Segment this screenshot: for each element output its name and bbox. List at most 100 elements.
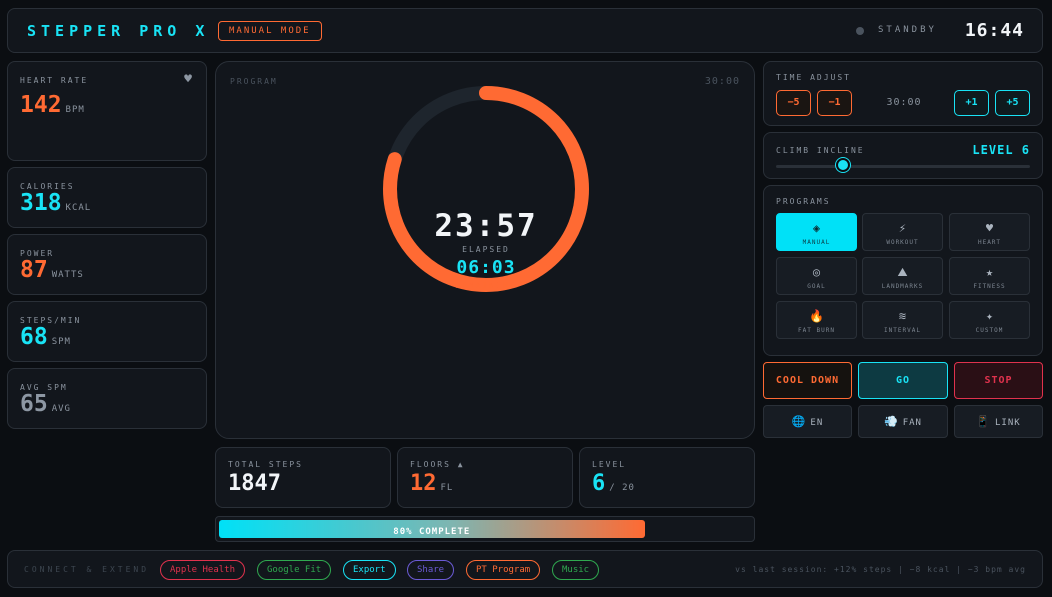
workout-progress-bar: 80% COMPLETE [215,516,755,542]
total-steps-value: 1847 [228,471,281,496]
level-value: 6/ 20 [592,471,635,496]
program-goal[interactable]: ◎ GOAL [776,257,857,295]
floors-value: 12 FL [410,471,453,496]
minus-5-button[interactable]: −5 [776,90,811,116]
program-label: PROGRAM [230,77,278,86]
target-icon: ◎ [812,265,821,279]
plus-5-button[interactable]: +5 [995,90,1030,116]
workout-progress-text: 80% COMPLETE [393,527,471,537]
power-value: 87 WATTS [20,257,84,283]
share-chip[interactable]: Share [407,560,455,580]
programs-panel: PROGRAMS ◈ MANUAL ⚡ WORKOUT ♥ HEART ◎ GOAL ⛰ LAND… [763,185,1043,356]
diamond-icon: ◈ [812,221,821,235]
program-label: GOAL [807,283,826,290]
connect-extend-label: CONNECT & EXTEND [24,565,150,574]
export-chip[interactable]: Export [343,560,396,580]
fan-icon: 💨 [884,415,899,428]
remaining-time: 06:03 [456,257,516,278]
clock: 16:44 [964,20,1024,41]
cool-down-button[interactable]: COOL DOWN [763,362,852,399]
language-label: EN [810,418,824,428]
minus-1-button[interactable]: −1 [817,90,852,116]
program-label: CUSTOM [975,327,1004,334]
flame-icon: 🔥 [809,309,824,323]
steps-per-minute-value: 68 SPM [20,324,71,350]
mountain-icon: ⛰ [897,265,908,279]
program-interval[interactable]: ≋ INTERVAL [862,301,943,339]
program-landmarks[interactable]: ⛰ LANDMARKS [862,257,943,295]
incline-slider-thumb[interactable] [835,158,850,172]
stop-button[interactable]: STOP [954,362,1043,399]
program-label: MANUAL [802,239,831,246]
mode-badge[interactable]: MANUAL MODE [218,21,322,41]
program-label: HEART [977,239,1002,246]
calories-number: 318 [20,190,62,216]
program-label: FAT BURN [798,327,835,334]
level-number: 6 [592,471,606,496]
apple-health-chip[interactable]: Apple Health [160,560,246,580]
link-button[interactable]: 📱 LINK [954,405,1043,438]
calories-card: CALORIES 318 KCAL [7,167,207,228]
power-unit: WATTS [51,270,84,280]
globe-icon: 🌐 [791,415,807,428]
steps-per-minute-unit: SPM [51,337,71,347]
go-button[interactable]: GO [858,362,948,399]
incline-slider-track[interactable] [776,165,1030,168]
steps-per-minute-card: STEPS/MIN 68 SPM [7,301,207,362]
total-steps-card: TOTAL STEPS 1847 [215,447,391,508]
top-bar: STEPPER PRO X MANUAL MODE STANDBY 16:44 [7,8,1043,53]
phone-icon: 📱 [976,415,991,428]
program-fitness[interactable]: ★ FITNESS [949,257,1030,295]
plus-1-button[interactable]: +1 [954,90,989,116]
fan-button[interactable]: 💨 FAN [858,405,948,438]
program-display: PROGRAM 30:00 23:57 ELAPSED 06:03 REMAIN… [215,61,755,439]
program-workout[interactable]: ⚡ WORKOUT [862,213,943,251]
session-comparison: vs last session: +12% steps | −8 kcal | … [735,565,1026,574]
climb-incline-label: CLIMB INCLINE [776,146,865,155]
elapsed-label: ELAPSED [462,245,510,254]
heart-rate-card: HEART RATE ♥ 142 BPM [7,61,207,161]
climb-incline-panel: CLIMB INCLINE LEVEL 6 [763,132,1043,179]
avg-spm-number: 65 [20,391,48,417]
program-duration: 30:00 [704,76,740,87]
heart-rate-unit: BPM [65,105,85,115]
floors-label: FLOORS ▲ [410,460,465,469]
program-custom[interactable]: ✦ CUSTOM [949,301,1030,339]
remaining-label: REMAINING [455,281,517,290]
workout-progress-fill: 80% COMPLETE [219,520,645,538]
lightning-icon: ⚡ [898,221,907,235]
program-label: FITNESS [973,283,1006,290]
heart-rate-value: 142 BPM [20,92,85,118]
link-label: LINK [995,418,1021,428]
time-adjust-panel: TIME ADJUST −5 −1 30:00 +1 +5 [763,61,1043,126]
google-fit-chip[interactable]: Google Fit [257,560,332,580]
calories-unit: KCAL [65,203,92,213]
avg-spm-card: AVG SPM 65 AVG [7,368,207,429]
waves-icon: ≋ [898,309,907,323]
music-chip[interactable]: Music [552,560,600,580]
language-button[interactable]: 🌐 EN [763,405,852,438]
level-card: LEVEL 6/ 20 [579,447,755,508]
floors-card: FLOORS ▲ 12 FL [397,447,573,508]
star-icon: ★ [985,265,994,279]
program-fat-burn[interactable]: 🔥 FAT BURN [776,301,857,339]
program-heart[interactable]: ♥ HEART [949,213,1030,251]
total-steps-label: TOTAL STEPS [228,460,303,469]
time-adjust-value: 30:00 [886,97,922,108]
avg-spm-unit: AVG [51,404,71,414]
level-unit: / 20 [609,483,635,493]
sparkle-icon: ✦ [985,309,994,323]
app-title: STEPPER PRO X [27,22,210,40]
footer-bar: CONNECT & EXTEND Apple Health Google Fit… [7,550,1043,588]
time-adjust-label: TIME ADJUST [776,73,851,82]
heart-rate-number: 142 [20,92,62,118]
program-label: WORKOUT [886,239,919,246]
elapsed-time: 23:57 [434,208,538,244]
program-manual[interactable]: ◈ MANUAL [776,213,857,251]
floors-number: 12 [410,471,437,496]
status-indicator-dot [856,27,864,35]
heart-icon: ♥ [985,221,994,235]
level-label: LEVEL [592,460,627,469]
programs-label: PROGRAMS [776,197,831,206]
pt-program-chip[interactable]: PT Program [466,560,541,580]
